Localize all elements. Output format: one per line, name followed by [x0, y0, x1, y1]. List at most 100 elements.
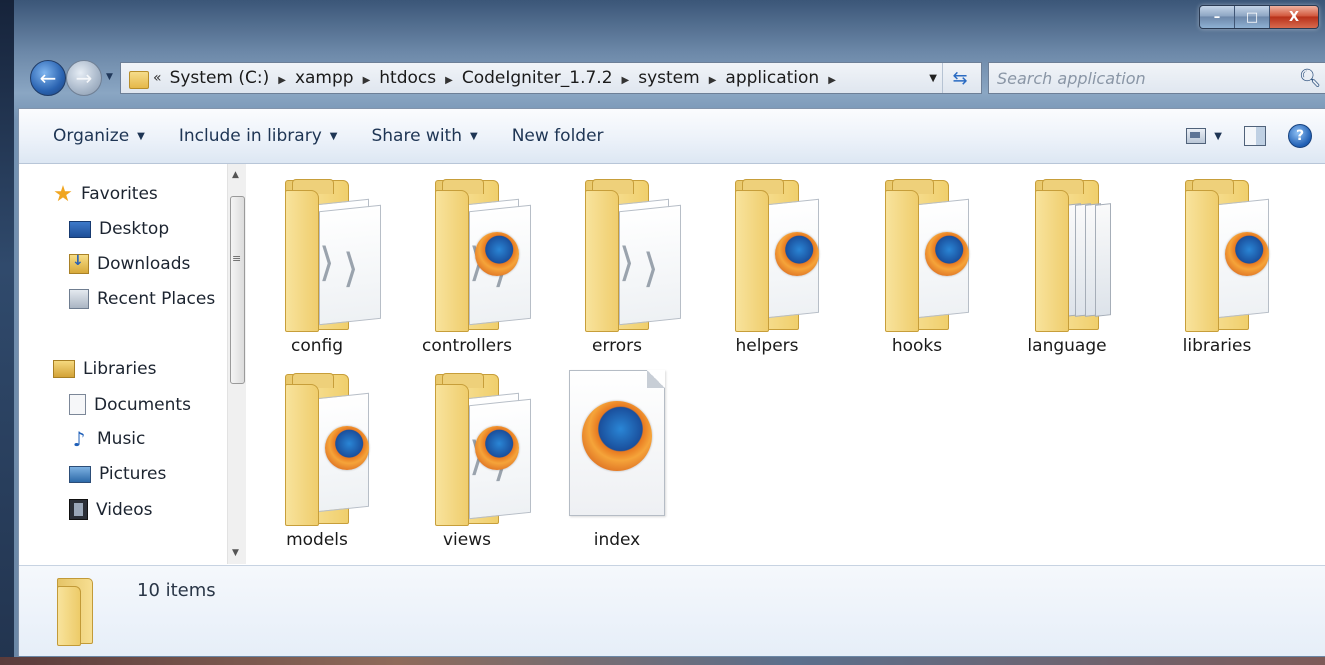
folder-item[interactable]: hooks: [847, 168, 987, 358]
folder-item[interactable]: ⟩⟩ views: [397, 362, 537, 552]
sidebar-item-videos[interactable]: Videos: [69, 499, 153, 520]
folder-item[interactable]: models: [247, 362, 387, 552]
folder-item[interactable]: libraries: [1147, 168, 1287, 358]
star-icon: ★: [53, 181, 73, 207]
sidebar-item-libraries[interactable]: Libraries: [53, 359, 156, 379]
folder-icon: [1185, 179, 1281, 332]
folder-icon: ⟩⟩: [285, 179, 381, 332]
firefox-file-icon: [569, 370, 665, 520]
folder-icon: [57, 578, 97, 646]
item-label: hooks: [891, 336, 943, 356]
scroll-up-icon[interactable]: ▲: [232, 170, 239, 180]
folder-icon: [885, 179, 981, 332]
back-button[interactable]: ←: [30, 60, 66, 96]
breadcrumb-item[interactable]: xampp: [295, 68, 354, 88]
sidebar-item-label: Recent Places: [97, 289, 216, 309]
folder-item[interactable]: ⟩ ⟩ config: [247, 168, 387, 358]
address-overflow-chevron[interactable]: «: [153, 70, 162, 86]
sidebar-item-favorites[interactable]: ★ Favorites: [53, 181, 158, 207]
item-label: libraries: [1182, 336, 1252, 356]
search-icon[interactable]: 🔍︎: [1295, 68, 1325, 89]
recent-places-icon: [69, 289, 89, 309]
back-arrow-icon: ←: [39, 66, 57, 90]
change-view-icon[interactable]: [1186, 128, 1207, 144]
toolbar-right-group: ▼ ?: [1186, 109, 1312, 163]
view-options-dropdown-icon[interactable]: ▼: [1214, 131, 1222, 142]
sidebar-item-desktop[interactable]: Desktop: [69, 219, 169, 239]
music-icon: ♪: [72, 427, 86, 451]
folder-icon: [129, 68, 149, 89]
window-controls: – □ X: [1199, 5, 1319, 29]
breadcrumb-item[interactable]: application: [725, 68, 819, 88]
folder-icon: ⟩⟩: [435, 179, 531, 332]
sidebar-item-label: Videos: [96, 499, 153, 520]
forward-arrow-icon: →: [75, 66, 93, 90]
breadcrumb-separator-icon[interactable]: ▶: [622, 75, 630, 86]
folder-icon: ⟩⟩: [585, 179, 681, 332]
share-with-label: Share with: [371, 126, 462, 146]
breadcrumb-item[interactable]: CodeIgniter_1.7.2: [462, 68, 613, 88]
scrollbar-thumb[interactable]: [230, 196, 245, 384]
recent-pages-dropdown[interactable]: ▼: [106, 72, 118, 84]
item-count: 10 items: [137, 580, 216, 601]
address-bar[interactable]: « System (C:) ▶ xampp ▶ htdocs ▶ CodeIgniter_1…: [120, 62, 982, 94]
videos-icon: [69, 499, 88, 520]
include-in-library-label: Include in library: [178, 126, 322, 146]
command-bar: Organize ▼ Include in library ▼ Share with…: [19, 109, 1325, 164]
address-dropdown-icon[interactable]: ▼: [929, 63, 937, 93]
navigation-bar: ← → ▼ « System (C:) ▶ xampp ▶ htdocs ▶ CodeIgn…: [28, 56, 1325, 102]
forward-button[interactable]: →: [66, 60, 102, 96]
breadcrumb-item[interactable]: System (C:): [170, 68, 270, 88]
item-label: models: [286, 530, 348, 550]
maximize-button[interactable]: □: [1235, 6, 1270, 28]
pictures-icon: [69, 465, 91, 483]
share-with-menu[interactable]: Share with ▼: [371, 126, 477, 146]
item-label: config: [290, 336, 344, 356]
breadcrumb-separator-icon[interactable]: ▶: [828, 75, 836, 86]
organize-menu[interactable]: Organize ▼: [53, 126, 145, 146]
item-label: controllers: [422, 336, 512, 356]
new-folder-label: New folder: [511, 126, 604, 146]
item-label: errors: [591, 336, 642, 356]
sidebar-item-label: Pictures: [99, 464, 167, 484]
help-icon[interactable]: ?: [1288, 124, 1312, 148]
details-pane: 10 items: [19, 565, 1325, 656]
folder-icon: [1035, 179, 1131, 332]
sidebar-item-documents[interactable]: Documents: [69, 394, 191, 415]
close-button[interactable]: X: [1270, 6, 1318, 28]
sidebar-item-downloads[interactable]: Downloads: [69, 253, 190, 274]
breadcrumb-item[interactable]: htdocs: [379, 68, 436, 88]
breadcrumb-separator-icon[interactable]: ▶: [363, 75, 371, 86]
folder-item[interactable]: helpers: [697, 168, 837, 358]
libraries-icon: [53, 360, 75, 378]
search-input[interactable]: [989, 67, 1295, 89]
downloads-icon: [69, 253, 89, 274]
chevron-down-icon: ▼: [470, 130, 478, 142]
scroll-down-icon[interactable]: ▼: [232, 548, 239, 558]
breadcrumb-separator-icon[interactable]: ▶: [709, 75, 717, 86]
minimize-button[interactable]: –: [1200, 6, 1235, 28]
sidebar-item-music[interactable]: ♪ Music: [69, 427, 146, 451]
breadcrumb-separator-icon[interactable]: ▶: [278, 75, 286, 86]
breadcrumb: System (C:) ▶ xampp ▶ htdocs ▶ CodeIgniter_1.7…: [170, 68, 845, 88]
folder-item[interactable]: ⟩⟩ controllers: [397, 168, 537, 358]
folder-item[interactable]: language: [997, 168, 1137, 358]
navigation-pane-scrollbar[interactable]: ▲ ≡ ▼: [227, 164, 246, 564]
sidebar-item-pictures[interactable]: Pictures: [69, 464, 166, 484]
scrollbar-grip-icon: ≡: [232, 252, 242, 265]
documents-icon: [69, 394, 86, 415]
new-folder-button[interactable]: New folder: [512, 126, 604, 146]
file-item[interactable]: index: [547, 362, 687, 552]
breadcrumb-item[interactable]: system: [638, 68, 699, 88]
preview-pane-icon[interactable]: [1244, 126, 1266, 146]
folder-icon: ⟩⟩: [435, 373, 531, 526]
folder-icon: [735, 179, 831, 332]
item-label: helpers: [735, 336, 799, 356]
sidebar-item-recent-places[interactable]: Recent Places: [69, 289, 215, 309]
breadcrumb-separator-icon[interactable]: ▶: [445, 75, 453, 86]
refresh-icon[interactable]: ⇆: [942, 63, 977, 93]
include-in-library-menu[interactable]: Include in library ▼: [179, 126, 338, 146]
folder-item[interactable]: ⟩ ⟩ errors: [547, 168, 687, 358]
chevron-down-icon: ▼: [137, 130, 145, 142]
sidebar-item-label: Documents: [94, 394, 191, 415]
